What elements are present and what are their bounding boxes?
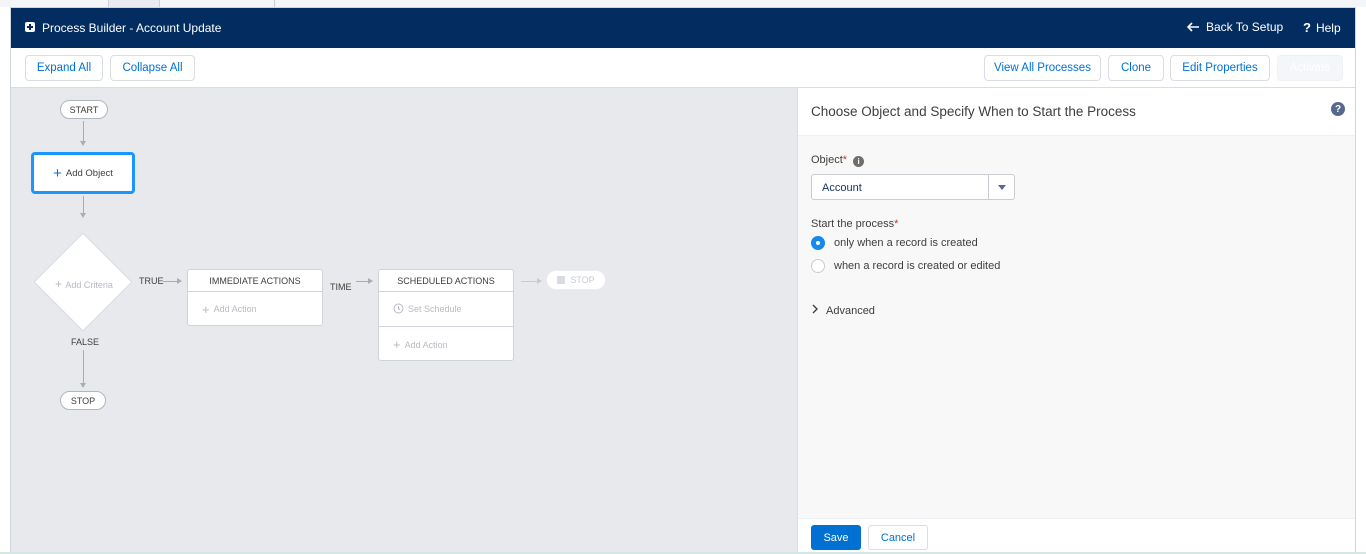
scheduled-add-action[interactable]: + Add Action <box>379 328 513 361</box>
time-label: TIME <box>330 282 352 292</box>
add-object-node[interactable]: + Add Object <box>31 152 135 194</box>
start-process-label: Start the process* <box>811 218 898 230</box>
back-to-setup-link[interactable]: Back To Setup <box>1187 20 1283 34</box>
edit-properties-button[interactable]: Edit Properties <box>1170 55 1270 81</box>
toolbar: Expand All Collapse All View All Process… <box>11 48 1355 88</box>
advanced-label: Advanced <box>826 304 875 317</box>
object-select-value: Account <box>822 182 862 194</box>
false-label: FALSE <box>71 337 100 347</box>
chevron-down-icon <box>998 185 1006 190</box>
app-header: Process Builder - Account Update Back To… <box>11 8 1355 48</box>
object-select[interactable]: Account <box>811 174 1015 200</box>
immediate-add-action[interactable]: + Add Action <box>188 292 322 326</box>
cancel-button[interactable]: Cancel <box>868 525 928 550</box>
arrow-right-icon <box>368 278 373 284</box>
scheduled-actions-card: SCHEDULED ACTIONS Set Schedule + Add Act… <box>378 269 514 361</box>
arrow-left-icon <box>1187 22 1200 32</box>
start-node: START <box>60 100 108 119</box>
radio-created-only-label: only when a record is created <box>834 237 978 249</box>
arrow-down-icon <box>80 383 86 388</box>
question-mark-icon: ? <box>1303 20 1311 35</box>
panel-title: Choose Object and Specify When to Start … <box>811 104 1136 119</box>
set-schedule-label: Set Schedule <box>408 304 462 314</box>
properties-panel: Choose Object and Specify When to Start … <box>797 88 1355 552</box>
help-icon[interactable]: ? <box>1331 102 1345 116</box>
stop-square-icon <box>557 276 566 284</box>
connector-line <box>83 121 84 142</box>
process-builder-window: Process Builder - Account Update Back To… <box>10 7 1356 552</box>
stop-node: STOP <box>60 391 106 410</box>
radio-unselected-icon[interactable] <box>811 259 825 273</box>
radio-selected-icon[interactable] <box>811 236 825 250</box>
view-all-processes-button[interactable]: View All Processes <box>984 55 1101 81</box>
add-action-label: Add Action <box>404 339 448 350</box>
arrow-right-icon <box>177 278 182 284</box>
required-marker: * <box>894 218 899 230</box>
radio-created-only[interactable]: only when a record is created <box>811 236 978 250</box>
plus-icon: + <box>202 301 210 317</box>
back-to-setup-label: Back To Setup <box>1206 20 1284 34</box>
expand-all-button[interactable]: Expand All <box>25 55 103 81</box>
plus-icon: + <box>55 277 66 291</box>
browser-tab[interactable] <box>108 0 160 7</box>
radio-created-or-edited[interactable]: when a record is created or edited <box>811 259 1000 273</box>
plus-icon: + <box>393 337 401 352</box>
immediate-actions-card: IMMEDIATE ACTIONS + Add Action <box>187 269 323 326</box>
panel-header: Choose Object and Specify When to Start … <box>798 88 1355 136</box>
immediate-actions-title: IMMEDIATE ACTIONS <box>188 270 322 292</box>
arrow-down-icon <box>80 213 86 218</box>
arrow-down-icon <box>80 141 86 146</box>
scheduled-stop-node: STOP <box>546 270 606 290</box>
arrow-right-icon <box>537 278 542 284</box>
help-link[interactable]: ? Help <box>1303 20 1341 35</box>
browser-tab-strip <box>0 0 1366 7</box>
process-builder-logo-icon <box>25 22 35 32</box>
collapse-all-button[interactable]: Collapse All <box>110 55 195 81</box>
connector-line <box>83 196 84 214</box>
page-title: Process Builder - Account Update <box>42 21 222 35</box>
save-button[interactable]: Save <box>811 525 861 550</box>
set-schedule-row[interactable]: Set Schedule <box>379 292 513 327</box>
scheduled-actions-title: SCHEDULED ACTIONS <box>379 270 513 292</box>
help-label: Help <box>1315 20 1341 35</box>
advanced-section-toggle[interactable]: Advanced <box>812 304 875 317</box>
radio-created-or-edited-label: when a record is created or edited <box>834 260 1001 272</box>
connector-line <box>83 350 84 384</box>
clone-button[interactable]: Clone <box>1108 55 1164 81</box>
object-field-label: Object* i <box>811 154 865 167</box>
add-criteria-label[interactable]: + Add Criteria <box>51 277 117 291</box>
info-icon[interactable]: i <box>853 156 865 167</box>
true-label: TRUE <box>139 276 164 286</box>
clock-icon <box>393 303 404 316</box>
panel-body: Object* i Account Start the process* only… <box>798 136 1355 518</box>
select-divider <box>988 175 989 199</box>
add-action-label: Add Action <box>213 304 257 314</box>
add-criteria-text: Add Criteria <box>65 280 113 290</box>
plus-icon: + <box>53 164 62 182</box>
process-canvas: START + Add Object + Add Criteria TRUE I… <box>11 88 797 552</box>
activate-button[interactable]: Activate <box>1277 55 1343 81</box>
object-label-text: Object <box>811 154 843 166</box>
add-object-label: Add Object <box>65 167 113 179</box>
start-label-text: Start the process <box>811 218 895 230</box>
tab-divider <box>274 0 275 7</box>
chevron-right-icon <box>812 304 818 317</box>
panel-footer: Save Cancel <box>798 518 1355 552</box>
stop-label: STOP <box>570 275 595 285</box>
required-marker: * <box>842 154 848 166</box>
